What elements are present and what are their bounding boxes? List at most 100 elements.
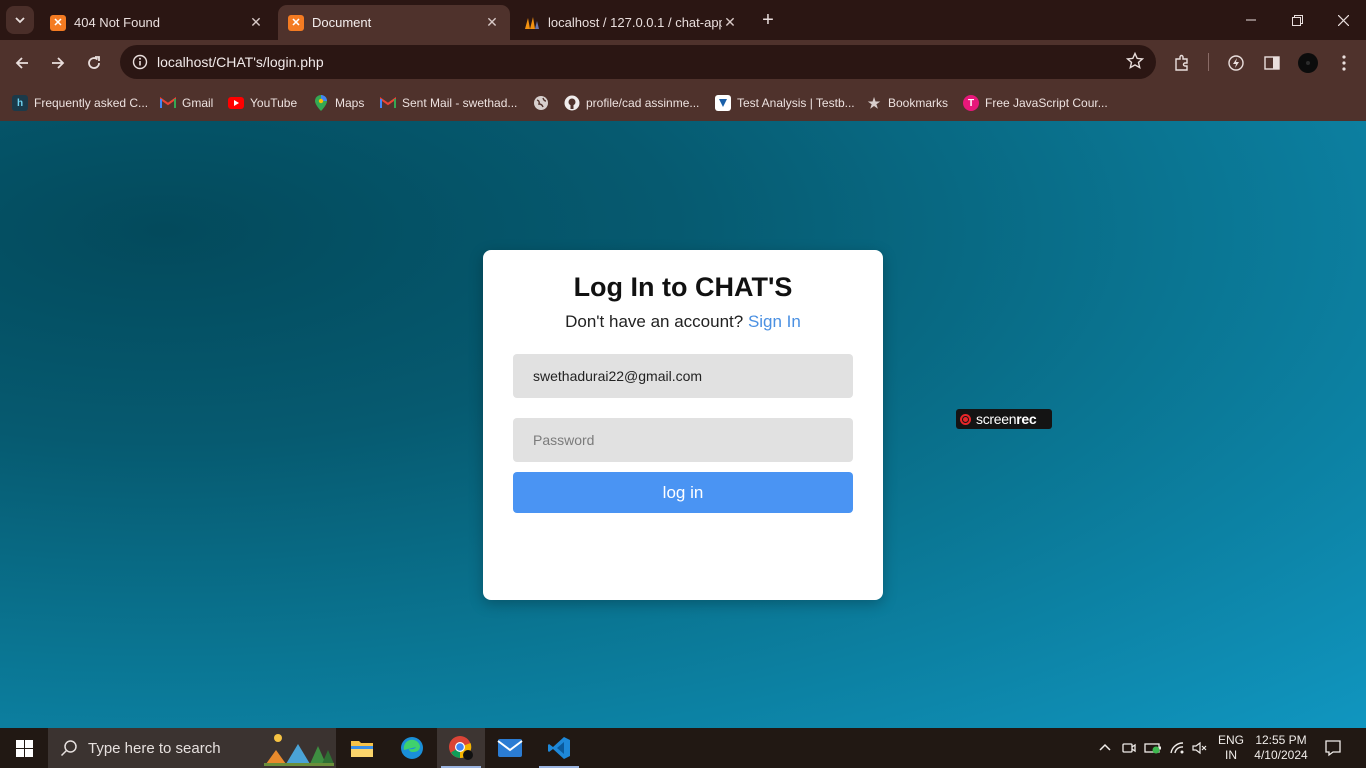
- folder-icon: [351, 741, 373, 757]
- tab-strip: ✕ 404 Not Found ✕ ✕ Document ✕ localhost…: [0, 0, 1366, 40]
- page-viewport: Log In to CHAT'S Don't have an account? …: [0, 121, 1366, 728]
- bookmark-label: Maps: [335, 96, 365, 110]
- screenrec-brand-light: screen: [976, 411, 1017, 427]
- bookmark-item[interactable]: ★ Bookmarks: [866, 93, 948, 113]
- time-text: 12:55 PM: [1255, 733, 1307, 747]
- gmail-icon: [160, 95, 176, 111]
- bookmark-label: Test Analysis | Testb...: [737, 96, 855, 110]
- back-button[interactable]: [8, 49, 36, 77]
- email-field[interactable]: [513, 354, 853, 398]
- bookmark-label: profile/cad assinme...: [586, 96, 700, 110]
- minimize-button[interactable]: [1228, 0, 1274, 40]
- windows-taskbar: Type here to search ENG IN 12:55 PM 4/10…: [0, 728, 1366, 768]
- tab-search-button[interactable]: [6, 6, 34, 34]
- bookmark-label: Frequently asked C...: [34, 96, 149, 110]
- edge-icon: [401, 737, 423, 759]
- course-icon: T: [963, 95, 979, 111]
- bookmark-item[interactable]: Test Analysis | Testb...: [715, 93, 855, 113]
- tab-phpmyadmin[interactable]: localhost / 127.0.0.1 / chat-app ✕: [514, 5, 748, 40]
- restore-button[interactable]: [1274, 0, 1320, 40]
- search-placeholder: Type here to search: [88, 739, 221, 757]
- tab-title: Document: [312, 15, 372, 30]
- wifi-icon[interactable]: [1168, 739, 1186, 757]
- bookmark-item[interactable]: h Frequently asked C...: [12, 93, 148, 113]
- edge-taskbar-button[interactable]: [388, 728, 436, 768]
- close-icon: [1337, 14, 1349, 26]
- new-tab-button[interactable]: +: [756, 8, 780, 32]
- chrome-taskbar-button[interactable]: [437, 728, 485, 768]
- bookmark-label: Bookmarks: [888, 96, 949, 110]
- vscode-icon: [548, 737, 570, 759]
- tab-404-not-found[interactable]: ✕ 404 Not Found ✕: [40, 5, 274, 40]
- chevron-down-icon: [15, 17, 25, 24]
- signup-prompt: Don't have an account? Sign In: [483, 312, 883, 332]
- profile-avatar-icon[interactable]: [1294, 49, 1322, 77]
- menu-kebab-icon[interactable]: [1330, 49, 1358, 77]
- login-button[interactable]: log in: [513, 472, 853, 513]
- site-info-icon[interactable]: [128, 50, 152, 74]
- login-title: Log In to CHAT'S: [573, 272, 793, 302]
- bookmark-item[interactable]: YouTube: [228, 93, 297, 113]
- bookmark-item[interactable]: Sent Mail - swethad...: [380, 93, 517, 113]
- bookmark-item[interactable]: Maps: [313, 93, 364, 113]
- helpdesk-icon: h: [12, 95, 28, 111]
- record-icon: [960, 413, 971, 425]
- bookmark-label: Sent Mail - swethad...: [402, 96, 518, 110]
- volume-muted-icon[interactable]: [1191, 739, 1209, 757]
- language-indicator[interactable]: ENG IN: [1214, 733, 1248, 763]
- notifications-icon[interactable]: [1324, 739, 1342, 757]
- bookmarks-bar: h Frequently asked C... Gmail YouTube Ma…: [0, 85, 1366, 121]
- close-icon[interactable]: ✕: [484, 14, 500, 31]
- testbook-icon: [715, 95, 731, 111]
- performance-icon[interactable]: [1222, 49, 1250, 77]
- xampp-icon: ✕: [50, 14, 66, 31]
- chrome-icon: [449, 736, 473, 760]
- date-text: 4/10/2024: [1254, 748, 1308, 762]
- bookmark-item[interactable]: T Free JavaScript Cour...: [963, 93, 1108, 113]
- tab-document[interactable]: ✕ Document ✕: [278, 5, 510, 40]
- close-window-button[interactable]: [1320, 0, 1366, 40]
- sign-in-link[interactable]: Sign In: [748, 312, 801, 331]
- globe-icon: [533, 95, 549, 111]
- signup-prompt-text: Don't have an account?: [565, 312, 744, 331]
- taskbar-search-box[interactable]: Type here to search: [48, 728, 336, 768]
- password-field[interactable]: [513, 418, 853, 462]
- bookmark-item[interactable]: profile/cad assinme...: [564, 93, 699, 113]
- side-panel-icon[interactable]: [1258, 49, 1286, 77]
- reload-icon: [88, 56, 100, 69]
- mail-taskbar-button[interactable]: [486, 728, 534, 768]
- tab-title: localhost / 127.0.0.1 / chat-app: [548, 15, 722, 30]
- xampp-icon: ✕: [288, 14, 304, 31]
- forward-button[interactable]: [44, 49, 72, 77]
- search-icon: [60, 740, 77, 757]
- vscode-taskbar-button[interactable]: [535, 728, 583, 768]
- screenrec-badge[interactable]: screen rec: [956, 409, 1052, 429]
- arrow-right-icon: [52, 57, 65, 69]
- close-icon[interactable]: ✕: [722, 14, 738, 31]
- url-text[interactable]: localhost/CHAT's/login.php: [157, 54, 324, 70]
- bookmark-item[interactable]: [533, 93, 555, 113]
- close-icon[interactable]: ✕: [248, 14, 264, 31]
- language-text: ENG: [1217, 733, 1244, 747]
- clock[interactable]: 12:55 PM 4/10/2024: [1250, 733, 1312, 763]
- extensions-icon[interactable]: [1168, 49, 1196, 77]
- chevron-up-icon[interactable]: [1096, 739, 1114, 757]
- arrow-left-icon: [15, 57, 28, 69]
- meet-now-icon[interactable]: [1120, 739, 1138, 757]
- star-icon: ★: [867, 94, 881, 111]
- bookmark-star-icon[interactable]: [1125, 51, 1145, 75]
- reload-button[interactable]: [80, 49, 108, 77]
- file-explorer-taskbar-button[interactable]: [338, 728, 386, 768]
- minimize-icon: [1246, 19, 1256, 21]
- address-bar[interactable]: localhost/CHAT's/login.php: [120, 45, 1156, 79]
- bookmark-label: YouTube: [250, 96, 298, 110]
- screenrec-brand-bold: rec: [1016, 411, 1037, 427]
- browser-toolbar: localhost/CHAT's/login.php: [0, 40, 1366, 85]
- toolbar-divider: [1208, 53, 1209, 71]
- bookmark-item[interactable]: Gmail: [160, 93, 213, 113]
- start-button[interactable]: [0, 728, 48, 768]
- bookmark-label: Free JavaScript Cour...: [985, 96, 1108, 110]
- battery-icon[interactable]: [1144, 739, 1162, 757]
- maps-icon: [313, 95, 329, 111]
- windows-logo-icon: [15, 739, 33, 757]
